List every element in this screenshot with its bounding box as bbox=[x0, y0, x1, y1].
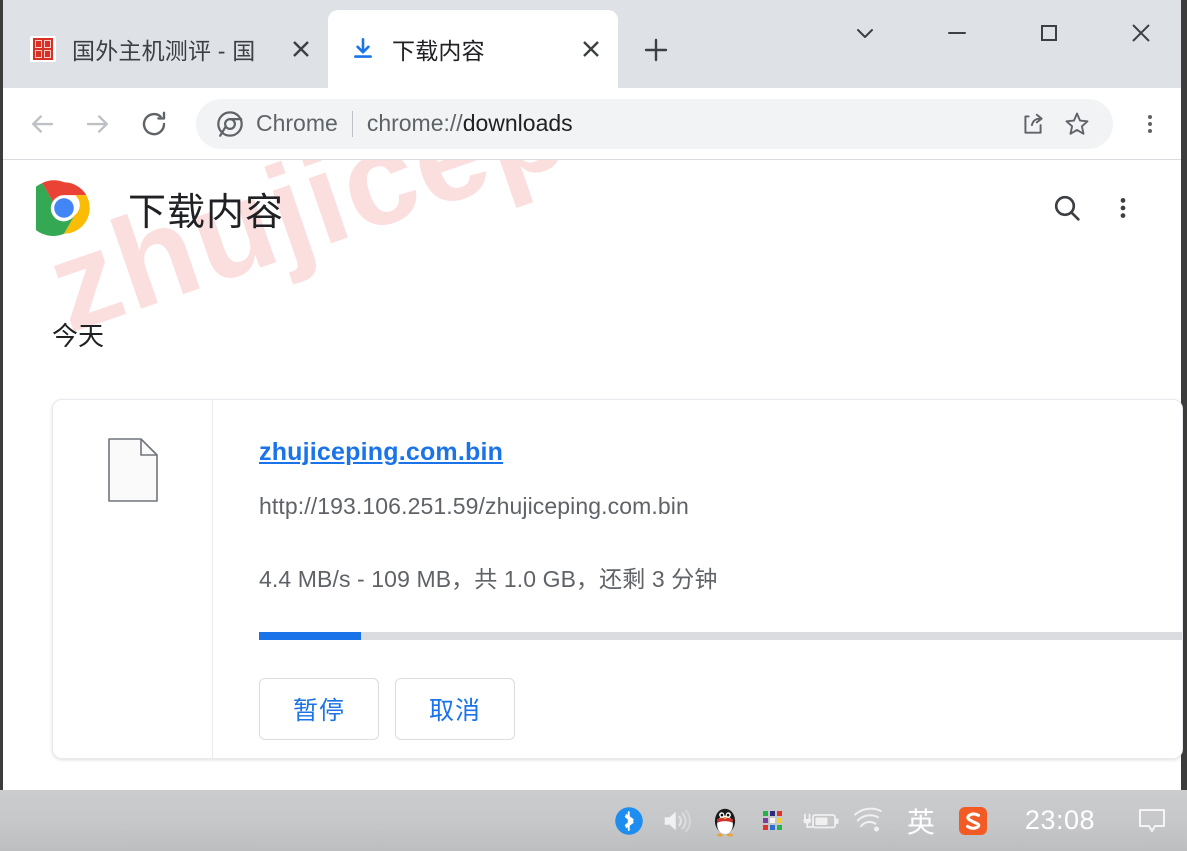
pause-button[interactable]: 暂停 bbox=[259, 678, 379, 740]
document-icon bbox=[107, 438, 158, 502]
omnibox-chrome-label: Chrome bbox=[256, 110, 338, 136]
minimize-button[interactable] bbox=[911, 0, 1003, 66]
window-controls bbox=[819, 0, 1187, 66]
download-progress-bar bbox=[259, 632, 1182, 640]
omnibox[interactable]: Chrome chrome://downloads bbox=[196, 98, 1113, 149]
maximize-button[interactable] bbox=[1003, 0, 1095, 66]
close-window-button[interactable] bbox=[1095, 0, 1187, 66]
taskbar-clock[interactable]: 23:08 bbox=[997, 805, 1117, 836]
notification-icon[interactable] bbox=[1117, 790, 1187, 851]
downloads-page: zhujiceping.com 下载内容 bbox=[0, 160, 1187, 790]
forward-button[interactable] bbox=[70, 96, 126, 152]
chrome-color-logo-icon bbox=[25, 180, 92, 237]
tab-search-button[interactable] bbox=[819, 0, 911, 66]
browser-toolbar: Chrome chrome://downloads bbox=[0, 88, 1187, 160]
omnibox-url-path: downloads bbox=[462, 110, 573, 136]
omnibox-url[interactable]: chrome://downloads bbox=[367, 110, 1011, 137]
download-filename-link[interactable]: zhujiceping.com.bin bbox=[259, 438, 503, 467]
star-icon[interactable] bbox=[1055, 102, 1099, 146]
reload-button[interactable] bbox=[126, 96, 182, 152]
download-status-text: 4.4 MB/s - 109 MB，共 1.0 GB，还剩 3 分钟 bbox=[259, 566, 718, 592]
date-group-header: 今天 bbox=[52, 321, 105, 351]
download-item-card: zhujiceping.com.bin http://193.106.251.5… bbox=[52, 399, 1183, 759]
screen: 国外主机测评 - 国 下载内容 Chrome chrome://download… bbox=[0, 0, 1187, 851]
wifi-icon[interactable] bbox=[845, 790, 893, 851]
battery-charging-icon[interactable] bbox=[797, 790, 845, 851]
tab-title: 下载内容 bbox=[392, 38, 485, 64]
download-file-icon-column bbox=[53, 400, 213, 758]
tab-active-downloads[interactable]: 下载内容 bbox=[328, 10, 618, 88]
download-icon bbox=[350, 36, 376, 62]
tab-close-icon[interactable] bbox=[284, 32, 318, 66]
new-tab-button[interactable] bbox=[632, 26, 680, 74]
system-tray: 英 23:08 bbox=[605, 790, 1187, 851]
download-item-details: zhujiceping.com.bin http://193.106.251.5… bbox=[213, 400, 1182, 758]
color-grid-icon[interactable] bbox=[749, 790, 797, 851]
window-left-edge bbox=[0, 0, 3, 790]
red-seal-favicon-icon bbox=[30, 36, 56, 62]
cancel-button[interactable]: 取消 bbox=[395, 678, 515, 740]
tab-title: 国外主机测评 - 国 bbox=[72, 38, 256, 64]
sogou-icon[interactable] bbox=[949, 790, 997, 851]
back-button[interactable] bbox=[14, 96, 70, 152]
share-icon[interactable] bbox=[1011, 102, 1055, 146]
qq-penguin-icon[interactable] bbox=[701, 790, 749, 851]
tab-inactive-hostreview[interactable]: 国外主机测评 - 国 bbox=[8, 10, 328, 88]
chrome-grey-icon bbox=[216, 110, 244, 138]
bluetooth-icon[interactable] bbox=[605, 790, 653, 851]
omnibox-url-scheme: chrome:// bbox=[366, 110, 463, 136]
tab-close-icon[interactable] bbox=[574, 32, 608, 66]
browser-menu-button[interactable] bbox=[1127, 101, 1173, 147]
download-progress-fill bbox=[259, 632, 361, 640]
chrome-browser-window: 国外主机测评 - 国 下载内容 Chrome chrome://download… bbox=[0, 0, 1187, 790]
download-source-url: http://193.106.251.59/zhujiceping.com.bi… bbox=[259, 493, 689, 519]
tab-strip: 国外主机测评 - 国 下载内容 bbox=[0, 0, 1187, 88]
volume-icon[interactable] bbox=[653, 790, 701, 851]
page-title: 下载内容 bbox=[128, 191, 285, 234]
search-icon[interactable] bbox=[1039, 180, 1095, 236]
omnibox-separator bbox=[351, 110, 353, 137]
windows-taskbar: 英 23:08 bbox=[0, 790, 1187, 851]
ime-language-indicator[interactable]: 英 bbox=[893, 790, 949, 851]
downloads-menu-button[interactable] bbox=[1095, 180, 1151, 236]
download-actions: 暂停 取消 bbox=[259, 678, 1182, 740]
downloads-header: 下载内容 bbox=[0, 160, 1187, 256]
